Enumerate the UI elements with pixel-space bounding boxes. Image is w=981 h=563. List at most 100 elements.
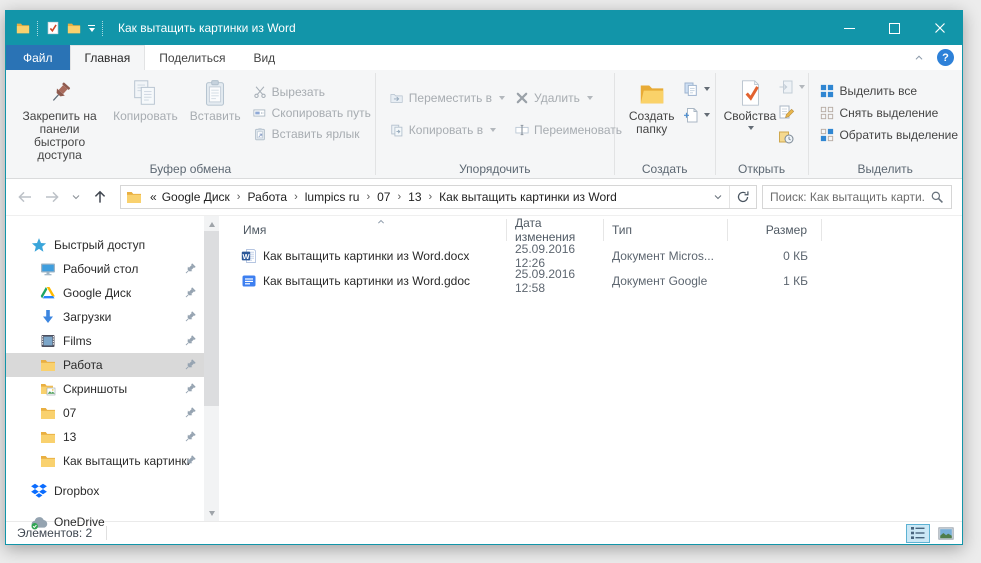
sidebar-item-quick-access[interactable]: Быстрый доступ bbox=[6, 233, 204, 257]
scrollbar-thumb[interactable] bbox=[204, 231, 219, 406]
pin-icon[interactable] bbox=[183, 430, 197, 444]
pin-to-quick-access-button[interactable]: Закрепить на панели быстрого доступа bbox=[12, 72, 107, 162]
back-button[interactable] bbox=[14, 186, 36, 208]
sidebar-item-films[interactable]: Films bbox=[6, 329, 204, 353]
button-label: Вырезать bbox=[272, 85, 325, 99]
breadcrumb-separator: › bbox=[290, 191, 302, 203]
navigation-pane: Быстрый доступ Рабочий стол Google Диск … bbox=[6, 216, 204, 521]
delete-button[interactable]: Удалить bbox=[515, 87, 622, 109]
sidebar-item-desktop[interactable]: Рабочий стол bbox=[6, 257, 204, 281]
address-bar[interactable]: « Google Диск › Работа › lumpics ru › 07… bbox=[120, 185, 757, 209]
button-label: Переименовать bbox=[534, 123, 622, 137]
pin-icon[interactable] bbox=[183, 310, 197, 324]
maximize-button[interactable] bbox=[872, 11, 917, 45]
up-button[interactable] bbox=[89, 186, 111, 208]
rename-button[interactable]: Переименовать bbox=[515, 119, 622, 141]
breadcrumb-collapse[interactable]: « bbox=[148, 190, 159, 204]
copy-to-button[interactable]: Копировать в bbox=[390, 119, 505, 141]
properties-icon bbox=[735, 76, 765, 110]
sidebar-item-07[interactable]: 07 bbox=[6, 401, 204, 425]
edit-button[interactable] bbox=[778, 101, 805, 123]
breadcrumb-item[interactable]: Как вытащить картинки из Word bbox=[436, 190, 620, 204]
new-folder-button[interactable]: Создать папку bbox=[621, 72, 683, 136]
scroll-down-icon[interactable] bbox=[204, 506, 219, 520]
view-details-button[interactable] bbox=[906, 524, 930, 543]
select-none-button[interactable]: Снять выделение bbox=[820, 102, 958, 123]
refresh-button[interactable] bbox=[729, 186, 756, 208]
paste-shortcut-button[interactable]: Вставить ярлык bbox=[253, 123, 371, 144]
close-button[interactable] bbox=[917, 11, 962, 45]
column-header-type[interactable]: Тип bbox=[604, 219, 728, 241]
sidebar-item-label: OneDrive bbox=[54, 515, 105, 529]
pin-icon[interactable] bbox=[183, 406, 197, 420]
breadcrumb-separator: › bbox=[233, 191, 245, 203]
chevron-down-icon bbox=[712, 191, 724, 203]
cut-button[interactable]: Вырезать bbox=[253, 81, 371, 102]
invert-selection-button[interactable]: Обратить выделение bbox=[820, 124, 958, 145]
open-button[interactable] bbox=[778, 76, 805, 98]
address-dropdown-button[interactable] bbox=[707, 186, 729, 208]
ribbon: Закрепить на панели быстрого доступа Коп… bbox=[6, 70, 962, 179]
breadcrumb-item[interactable]: 07 bbox=[374, 190, 393, 204]
sidebar-item-downloads[interactable]: Загрузки bbox=[6, 305, 204, 329]
copy-path-button[interactable]: Скопировать путь bbox=[253, 102, 371, 123]
sidebar-item-onedrive[interactable]: OneDrive bbox=[6, 510, 204, 534]
view-thumbnails-button[interactable] bbox=[934, 524, 958, 543]
pin-icon[interactable] bbox=[183, 382, 197, 396]
new-item-button[interactable] bbox=[683, 104, 710, 126]
button-label: Копировать в bbox=[409, 123, 483, 137]
breadcrumb-item[interactable]: Работа bbox=[244, 190, 290, 204]
breadcrumb-item[interactable]: Google Диск bbox=[159, 190, 233, 204]
tab-file[interactable]: Файл bbox=[6, 45, 70, 70]
search-input[interactable]: Поиск: Как вытащить карти... bbox=[762, 185, 952, 209]
sidebar-item-13[interactable]: 13 bbox=[6, 425, 204, 449]
qat-customize-dropdown-icon[interactable] bbox=[88, 25, 95, 32]
collapse-ribbon-icon[interactable] bbox=[912, 51, 926, 65]
select-all-button[interactable]: Выделить все bbox=[820, 80, 958, 101]
properties-button[interactable]: Свойства bbox=[722, 72, 779, 130]
sidebar-scrollbar[interactable] bbox=[204, 216, 219, 521]
tab-view[interactable]: Вид bbox=[239, 45, 289, 70]
file-row-docx[interactable]: Как вытащить картинки из Word.docx 25.09… bbox=[229, 243, 962, 268]
history-button[interactable] bbox=[778, 126, 805, 148]
qat-folder-icon[interactable] bbox=[16, 21, 30, 35]
scroll-up-icon[interactable] bbox=[204, 217, 219, 231]
copy-button[interactable]: Копировать bbox=[107, 72, 184, 123]
navigation-bar: « Google Диск › Работа › lumpics ru › 07… bbox=[6, 179, 962, 216]
tab-share[interactable]: Поделиться bbox=[145, 45, 239, 70]
help-button[interactable]: ? bbox=[937, 49, 954, 66]
pin-icon[interactable] bbox=[183, 358, 197, 372]
file-row-gdoc[interactable]: Как вытащить картинки из Word.gdoc 25.09… bbox=[229, 268, 962, 293]
sidebar-item-label: Films bbox=[63, 334, 92, 348]
invert-selection-icon bbox=[820, 128, 834, 142]
pin-icon[interactable] bbox=[183, 286, 197, 300]
sidebar-item-screenshots[interactable]: Скриншоты bbox=[6, 377, 204, 401]
sidebar-item-kak-vytaschit[interactable]: Как вытащить картинки bbox=[6, 449, 204, 473]
pin-icon[interactable] bbox=[183, 454, 197, 468]
easy-access-button[interactable] bbox=[683, 78, 710, 100]
column-header-date[interactable]: Дата изменения bbox=[507, 219, 604, 241]
column-header-size[interactable]: Размер bbox=[728, 219, 822, 241]
column-header-name[interactable]: Имя bbox=[229, 219, 507, 241]
button-label: Закрепить на панели быстрого доступа bbox=[18, 110, 101, 162]
file-type: Документ Google bbox=[604, 268, 728, 293]
pin-icon[interactable] bbox=[183, 334, 197, 348]
qat-new-folder-icon[interactable] bbox=[67, 21, 81, 35]
move-to-button[interactable]: Переместить в bbox=[390, 87, 505, 109]
pin-icon[interactable] bbox=[183, 262, 197, 276]
sidebar-item-rabota[interactable]: Работа bbox=[6, 353, 204, 377]
group-label-select: Выделить bbox=[808, 162, 962, 176]
sidebar-item-dropbox[interactable]: Dropbox bbox=[6, 479, 204, 503]
forward-button[interactable] bbox=[41, 186, 63, 208]
minimize-button[interactable] bbox=[827, 11, 872, 45]
breadcrumb-item[interactable]: 13 bbox=[405, 190, 424, 204]
recent-locations-button[interactable] bbox=[68, 186, 84, 208]
qat-properties-icon[interactable] bbox=[46, 21, 60, 35]
title-bar: Как вытащить картинки из Word bbox=[6, 11, 962, 45]
google-doc-icon bbox=[241, 273, 257, 289]
breadcrumb-item[interactable]: lumpics ru bbox=[302, 190, 363, 204]
paste-button[interactable]: Вставить bbox=[184, 72, 247, 123]
button-label: Снять выделение bbox=[839, 106, 938, 120]
tab-home[interactable]: Главная bbox=[70, 45, 146, 70]
sidebar-item-google-drive[interactable]: Google Диск bbox=[6, 281, 204, 305]
